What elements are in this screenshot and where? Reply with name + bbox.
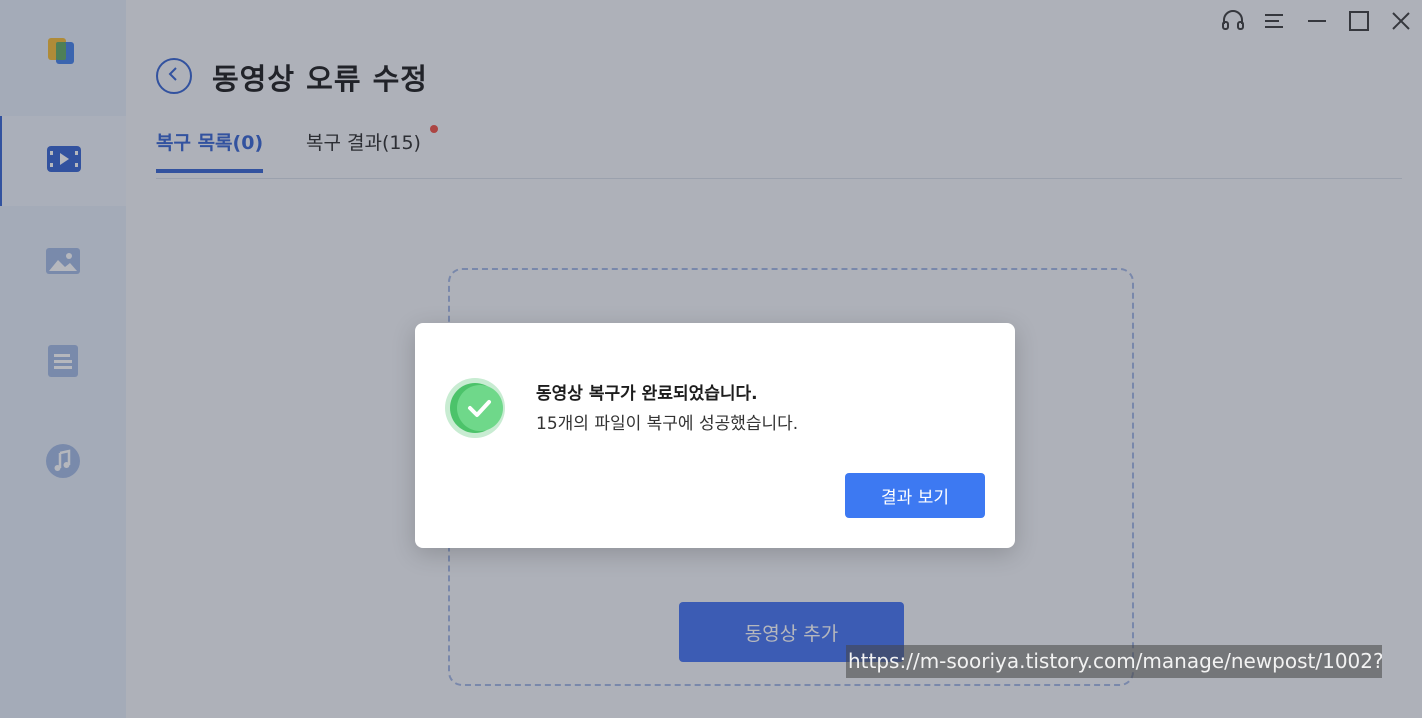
view-results-button[interactable]: 결과 보기 bbox=[845, 473, 985, 518]
success-check-icon bbox=[445, 378, 505, 438]
app-window: 동영상 오류 수정 복구 목록(0) 복구 결과(15) 동영상 추가 http… bbox=[0, 0, 1422, 718]
completion-dialog: 동영상 복구가 완료되었습니다. 15개의 파일이 복구에 성공했습니다. 결과… bbox=[415, 323, 1015, 548]
dialog-title: 동영상 복구가 완료되었습니다. bbox=[536, 384, 758, 404]
dialog-message: 15개의 파일이 복구에 성공했습니다. bbox=[536, 414, 799, 434]
status-url: https://m-sooriya.tistory.com/manage/new… bbox=[846, 645, 1382, 678]
